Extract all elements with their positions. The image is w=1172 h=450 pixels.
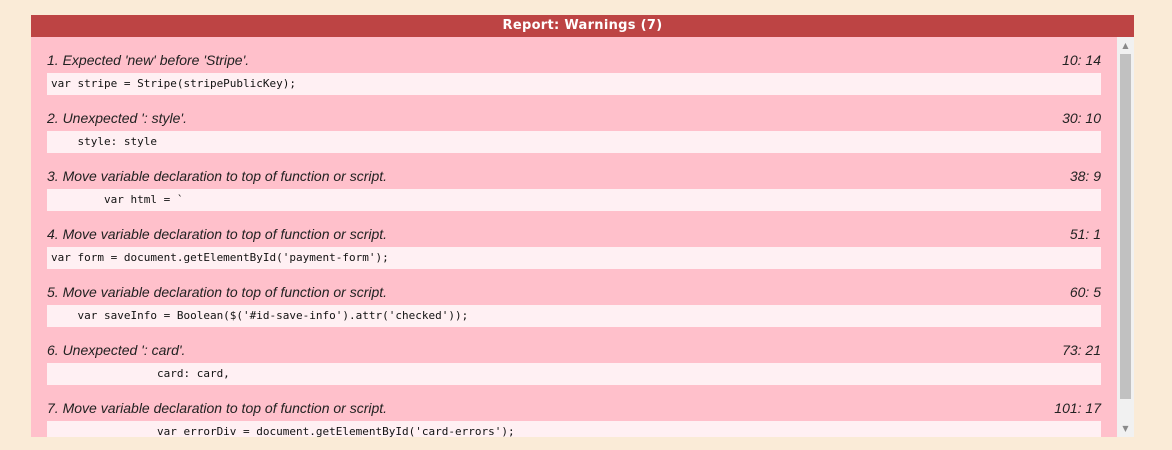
warning-message: 1. Expected 'new' before 'Stripe'. (47, 52, 250, 68)
warning-item: 6. Unexpected ': card'. 73: 21 card: car… (31, 327, 1117, 385)
warning-location: 30: 10 (1062, 110, 1101, 126)
warning-location: 60: 5 (1069, 284, 1101, 300)
warning-item: 3. Move variable declaration to top of f… (31, 153, 1117, 211)
warning-message: 2. Unexpected ': style'. (47, 110, 187, 126)
warning-message: 6. Unexpected ': card'. (47, 342, 186, 358)
warning-code: var html = ` (47, 189, 1101, 211)
warning-location: 38: 9 (1069, 168, 1101, 184)
arrow-up-icon[interactable]: ▲ (1117, 37, 1134, 54)
warning-message: 7. Move variable declaration to top of f… (47, 400, 388, 416)
warning-code: var stripe = Stripe(stripePublicKey); (47, 73, 1101, 95)
warning-code: var form = document.getElementById('paym… (47, 247, 1101, 269)
warning-location: 73: 21 (1062, 342, 1101, 358)
warning-item: 2. Unexpected ': style'. 30: 10 style: s… (31, 95, 1117, 153)
warning-code: var saveInfo = Boolean($('#id-save-info'… (47, 305, 1101, 327)
warning-item: 4. Move variable declaration to top of f… (31, 211, 1117, 269)
warning-item: 5. Move variable declaration to top of f… (31, 269, 1117, 327)
warning-location: 10: 14 (1062, 52, 1101, 68)
warning-code: card: card, (47, 363, 1101, 385)
warning-item: 1. Expected 'new' before 'Stripe'. 10: 1… (31, 37, 1117, 95)
warning-message: 4. Move variable declaration to top of f… (47, 226, 388, 242)
report-title: Report: Warnings (7) (31, 15, 1134, 37)
warnings-report: Report: Warnings (7) 1. Expected 'new' b… (31, 15, 1134, 437)
vertical-scrollbar[interactable]: ▲ ▼ (1117, 37, 1134, 437)
scrollbar-thumb[interactable] (1120, 54, 1131, 399)
warning-location: 51: 1 (1069, 226, 1101, 242)
warning-code: style: style (47, 131, 1101, 153)
warning-message: 5. Move variable declaration to top of f… (47, 284, 388, 300)
warning-location: 101: 17 (1054, 400, 1101, 416)
warnings-list[interactable]: 1. Expected 'new' before 'Stripe'. 10: 1… (31, 37, 1117, 437)
warning-code: var errorDiv = document.getElementById('… (47, 421, 1101, 437)
warning-item: 7. Move variable declaration to top of f… (31, 385, 1117, 437)
warning-message: 3. Move variable declaration to top of f… (47, 168, 388, 184)
arrow-down-icon[interactable]: ▼ (1117, 420, 1134, 437)
